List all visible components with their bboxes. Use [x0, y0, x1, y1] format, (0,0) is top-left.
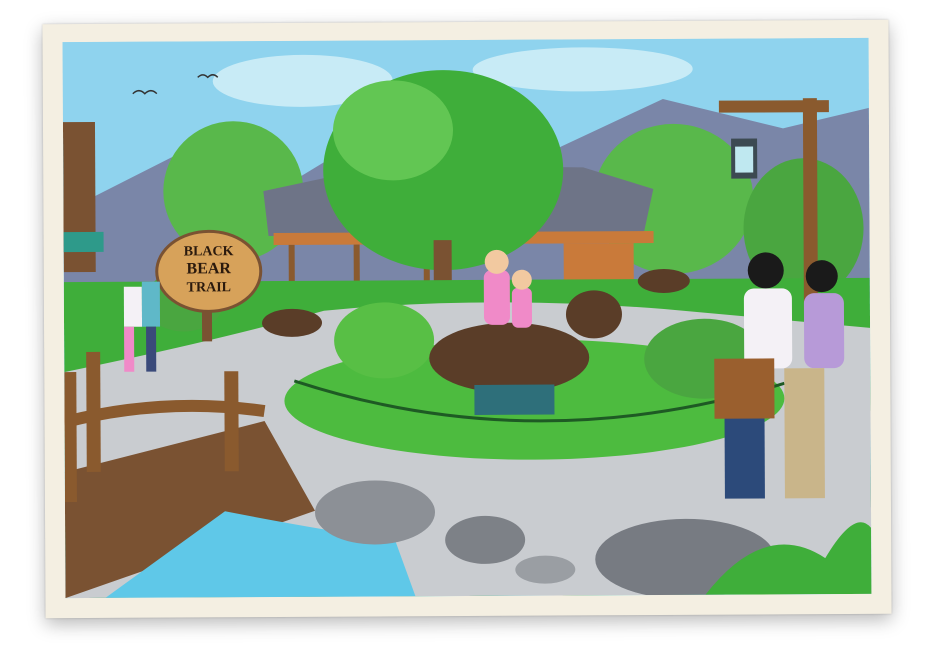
sign-line-2: BEAR	[186, 260, 231, 277]
rock	[445, 515, 526, 564]
postcard-frame: BLACK BEAR TRAIL	[42, 19, 892, 619]
rider	[483, 269, 510, 325]
illustration: BLACK BEAR TRAIL	[62, 37, 872, 599]
rock	[315, 480, 436, 545]
sign-line-3: TRAIL	[187, 280, 231, 295]
bush	[334, 302, 435, 379]
rider-child	[511, 287, 533, 328]
sign-line-1: BLACK	[184, 244, 234, 259]
